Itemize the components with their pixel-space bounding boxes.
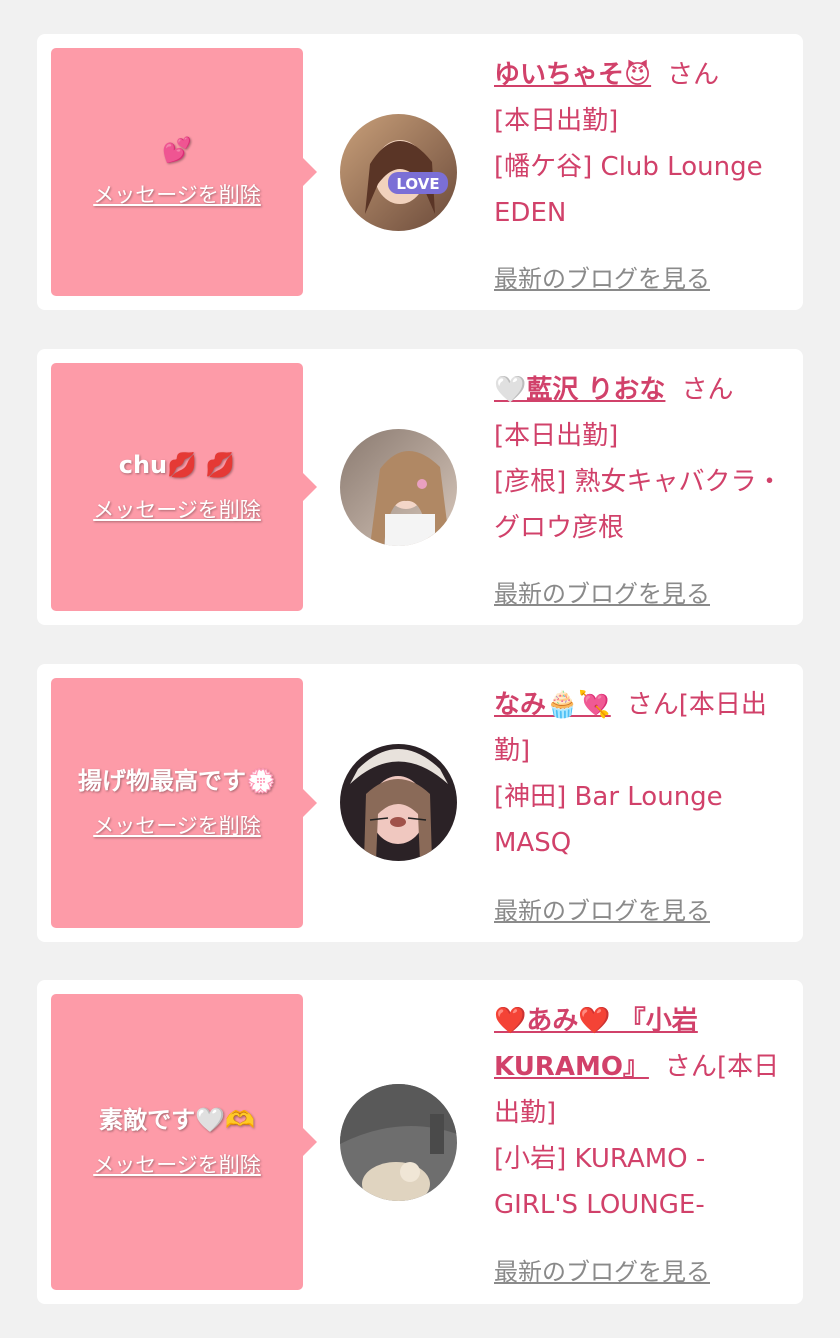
avatar[interactable] — [340, 1084, 457, 1201]
message-bubble: 💕 メッセージを削除 — [51, 48, 317, 296]
latest-blog-link[interactable]: 最新のブログを見る — [494, 574, 710, 609]
message-bubble: 素敵です🤍🫶 メッセージを削除 — [51, 994, 317, 1290]
delete-message-link[interactable]: メッセージを削除 — [93, 494, 261, 524]
message-text: 💕 — [162, 136, 192, 164]
avatar-photo — [340, 744, 457, 861]
honorific: さん — [626, 690, 679, 720]
message-bubble: chu💋 💋 メッセージを削除 — [51, 363, 317, 611]
latest-blog-link[interactable]: 最新のブログを見る — [494, 891, 710, 926]
latest-blog-link[interactable]: 最新のブログを見る — [494, 1252, 710, 1287]
avatar-photo — [340, 1084, 457, 1201]
shop-text: [神田] Bar Lounge MASQ — [494, 782, 723, 858]
message-card: 素敵です🤍🫶 メッセージを削除 ❤️あみ❤️ 『小岩KURAMO』 さん[本日出勤… — [37, 980, 803, 1304]
message-text: 素敵です🤍🫶 — [99, 1106, 255, 1134]
avatar-photo: LOVE — [340, 114, 457, 231]
cast-info: ゆいちゃそ😈 さん [本日出勤] [幡ケ谷] Club Lounge EDEN — [494, 52, 784, 236]
message-card: 💕 メッセージを削除 LOVE ゆいちゃそ😈 さん [本日出勤] [幡ケ谷] C… — [37, 34, 803, 310]
status-text: [本日出勤] — [494, 421, 619, 451]
honorific: さん — [667, 60, 720, 90]
svg-text:LOVE: LOVE — [396, 175, 439, 193]
status-text: [本日出勤] — [494, 106, 619, 136]
message-list: 💕 メッセージを削除 LOVE ゆいちゃそ😈 さん [本日出勤] [幡ケ谷] C… — [0, 0, 840, 1338]
delete-message-link[interactable]: メッセージを削除 — [93, 179, 261, 209]
cast-name-link[interactable]: なみ🧁💘 — [494, 690, 611, 720]
message-text: chu💋 💋 — [118, 451, 236, 479]
honorific: さん — [664, 1052, 717, 1082]
latest-blog-link[interactable]: 最新のブログを見る — [494, 259, 710, 294]
cast-info: ❤️あみ❤️ 『小岩KURAMO』 さん[本日出勤] [小岩] KURAMO -G… — [494, 998, 784, 1228]
message-bubble: 揚げ物最高です💮 メッセージを削除 — [51, 678, 317, 928]
honorific: さん — [681, 375, 734, 405]
avatar[interactable] — [340, 744, 457, 861]
cast-info: なみ🧁💘 さん[本日出勤] [神田] Bar Lounge MASQ — [494, 682, 784, 866]
cast-name-link[interactable]: ゆいちゃそ😈 — [494, 60, 651, 90]
shop-text: [幡ケ谷] Club Lounge EDEN — [494, 152, 763, 228]
cast-name-link[interactable]: 🤍藍沢 りおな — [494, 375, 665, 405]
shop-text: [彦根] 熟女キャバクラ・グロウ彦根 — [494, 467, 783, 543]
avatar[interactable]: LOVE — [340, 114, 457, 231]
avatar-photo — [340, 429, 457, 546]
delete-message-link[interactable]: メッセージを削除 — [93, 1149, 261, 1179]
message-text: 揚げ物最高です💮 — [78, 767, 276, 795]
delete-message-link[interactable]: メッセージを削除 — [93, 810, 261, 840]
message-card: 揚げ物最高です💮 メッセージを削除 なみ🧁💘 さん[本日出勤] [神田] Bar … — [37, 664, 803, 942]
avatar[interactable] — [340, 429, 457, 546]
cast-info: 🤍藍沢 りおな さん [本日出勤] [彦根] 熟女キャバクラ・グロウ彦根 — [494, 367, 784, 551]
shop-text: [小岩] KURAMO -GIRL'S LOUNGE- — [494, 1144, 706, 1220]
message-card: chu💋 💋 メッセージを削除 🤍藍沢 りおな さん [本日出勤] [彦根] 熟… — [37, 349, 803, 625]
